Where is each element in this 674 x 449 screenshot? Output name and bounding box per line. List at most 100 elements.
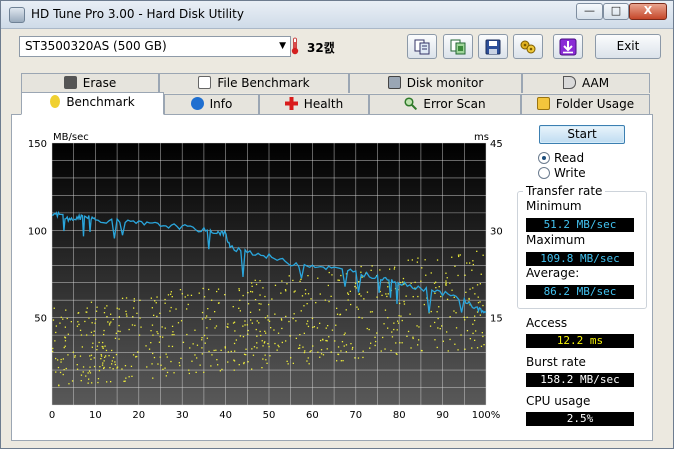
access-time-point: [202, 287, 204, 290]
access-time-point: [416, 261, 418, 263]
tab-benchmark[interactable]: Benchmark: [21, 92, 164, 115]
access-time-point: [80, 374, 83, 376]
access-time-point: [235, 339, 237, 341]
access-time-point: [315, 302, 317, 304]
access-time-point: [138, 334, 141, 336]
access-time-point: [238, 307, 240, 309]
access-time-point: [170, 306, 172, 309]
access-time-point: [93, 357, 95, 359]
start-button[interactable]: Start: [539, 125, 625, 144]
tab-info[interactable]: Info: [164, 94, 259, 114]
tab-aam[interactable]: AAM: [522, 73, 650, 93]
tab-folder-usage[interactable]: Folder Usage: [521, 94, 650, 114]
access-time-point: [331, 274, 333, 276]
y-right-tick-label: 30: [490, 226, 503, 237]
save-button[interactable]: [478, 34, 508, 59]
access-time-point: [171, 345, 174, 348]
access-time-point: [453, 310, 455, 312]
access-time-point: [445, 282, 447, 284]
access-time-point: [457, 274, 459, 277]
access-time-point: [481, 332, 483, 334]
access-time-point: [326, 348, 328, 350]
access-time-point: [354, 357, 356, 359]
tab-health[interactable]: Health: [259, 94, 369, 114]
tab-disk-monitor[interactable]: Disk monitor: [349, 73, 522, 93]
access-time-point: [264, 295, 266, 298]
access-time-point: [385, 293, 387, 295]
access-time-point: [182, 341, 185, 343]
x-tick-label: 20: [132, 410, 145, 421]
access-time-point: [125, 377, 127, 379]
access-time-point: [64, 340, 67, 342]
maximize-button[interactable]: □: [603, 3, 629, 20]
access-time-point: [327, 325, 329, 327]
access-time-point: [335, 324, 337, 326]
access-time-point: [214, 327, 216, 329]
read-radio[interactable]: Read: [538, 151, 638, 166]
access-time-point: [256, 347, 258, 349]
access-time-point: [435, 287, 437, 289]
copy-screenshot-button[interactable]: [443, 34, 473, 59]
access-time-point: [399, 302, 401, 305]
access-time-point: [64, 336, 66, 338]
access-time-point: [251, 282, 253, 284]
access-time-point: [258, 309, 261, 311]
access-time-point: [53, 307, 55, 309]
access-time-point: [104, 356, 106, 358]
access-time-point: [320, 339, 322, 342]
access-time-point: [102, 346, 104, 348]
access-time-point: [184, 296, 186, 298]
close-button[interactable]: X: [629, 3, 667, 20]
exit-button[interactable]: Exit: [595, 34, 661, 59]
access-time-point: [151, 307, 153, 309]
access-time-point: [416, 325, 418, 327]
access-time-point: [145, 345, 147, 347]
access-time-point: [345, 351, 347, 353]
access-time-point: [89, 366, 91, 368]
minimize-button[interactable]: —: [576, 3, 603, 20]
access-time-point: [482, 304, 484, 307]
access-time-point: [136, 312, 138, 314]
access-time-point: [438, 286, 440, 288]
access-time-point: [217, 288, 220, 290]
access-time-point: [92, 342, 94, 344]
x-tick-label: 60: [306, 410, 319, 421]
access-time-point: [369, 311, 372, 313]
access-time-point: [475, 330, 477, 332]
access-time-point: [55, 371, 57, 373]
access-time-point: [469, 262, 471, 264]
access-time-point: [476, 284, 479, 286]
write-radio[interactable]: Write: [538, 166, 638, 181]
tab-erase[interactable]: Erase: [21, 73, 159, 93]
access-time-point: [295, 320, 297, 322]
drive-select-value: ST3500320AS (500 GB): [25, 39, 167, 53]
download-button[interactable]: [553, 34, 583, 59]
access-time-point: [328, 300, 330, 303]
access-time-point: [412, 296, 414, 298]
access-time-point: [420, 349, 423, 352]
access-time-point: [166, 356, 168, 358]
access-time-point: [460, 334, 462, 336]
access-time-point: [357, 357, 360, 359]
title-bar[interactable]: HD Tune Pro 3.00 - Hard Disk Utility — □…: [1, 1, 673, 29]
access-time-point: [319, 322, 321, 324]
access-time-point: [100, 354, 102, 356]
access-time-point: [405, 295, 407, 297]
access-time-point: [393, 328, 395, 331]
access-time-point: [104, 345, 106, 347]
tab-file-benchmark[interactable]: File Benchmark: [159, 73, 349, 93]
tab-error-scan[interactable]: Error Scan: [369, 94, 521, 114]
access-time-point: [103, 312, 106, 314]
access-time-point: [271, 298, 273, 300]
access-time-point: [376, 296, 378, 298]
access-time-point: [328, 336, 330, 338]
options-button[interactable]: [513, 34, 543, 59]
access-time-point: [339, 313, 342, 315]
access-time-point: [455, 327, 458, 329]
access-time-point: [244, 324, 246, 326]
access-time-point: [285, 315, 287, 318]
drive-select[interactable]: ST3500320AS (500 GB) ▼: [19, 36, 291, 57]
copy-info-button[interactable]: [407, 34, 437, 59]
access-time-point: [89, 355, 91, 357]
access-time-point: [391, 336, 394, 338]
